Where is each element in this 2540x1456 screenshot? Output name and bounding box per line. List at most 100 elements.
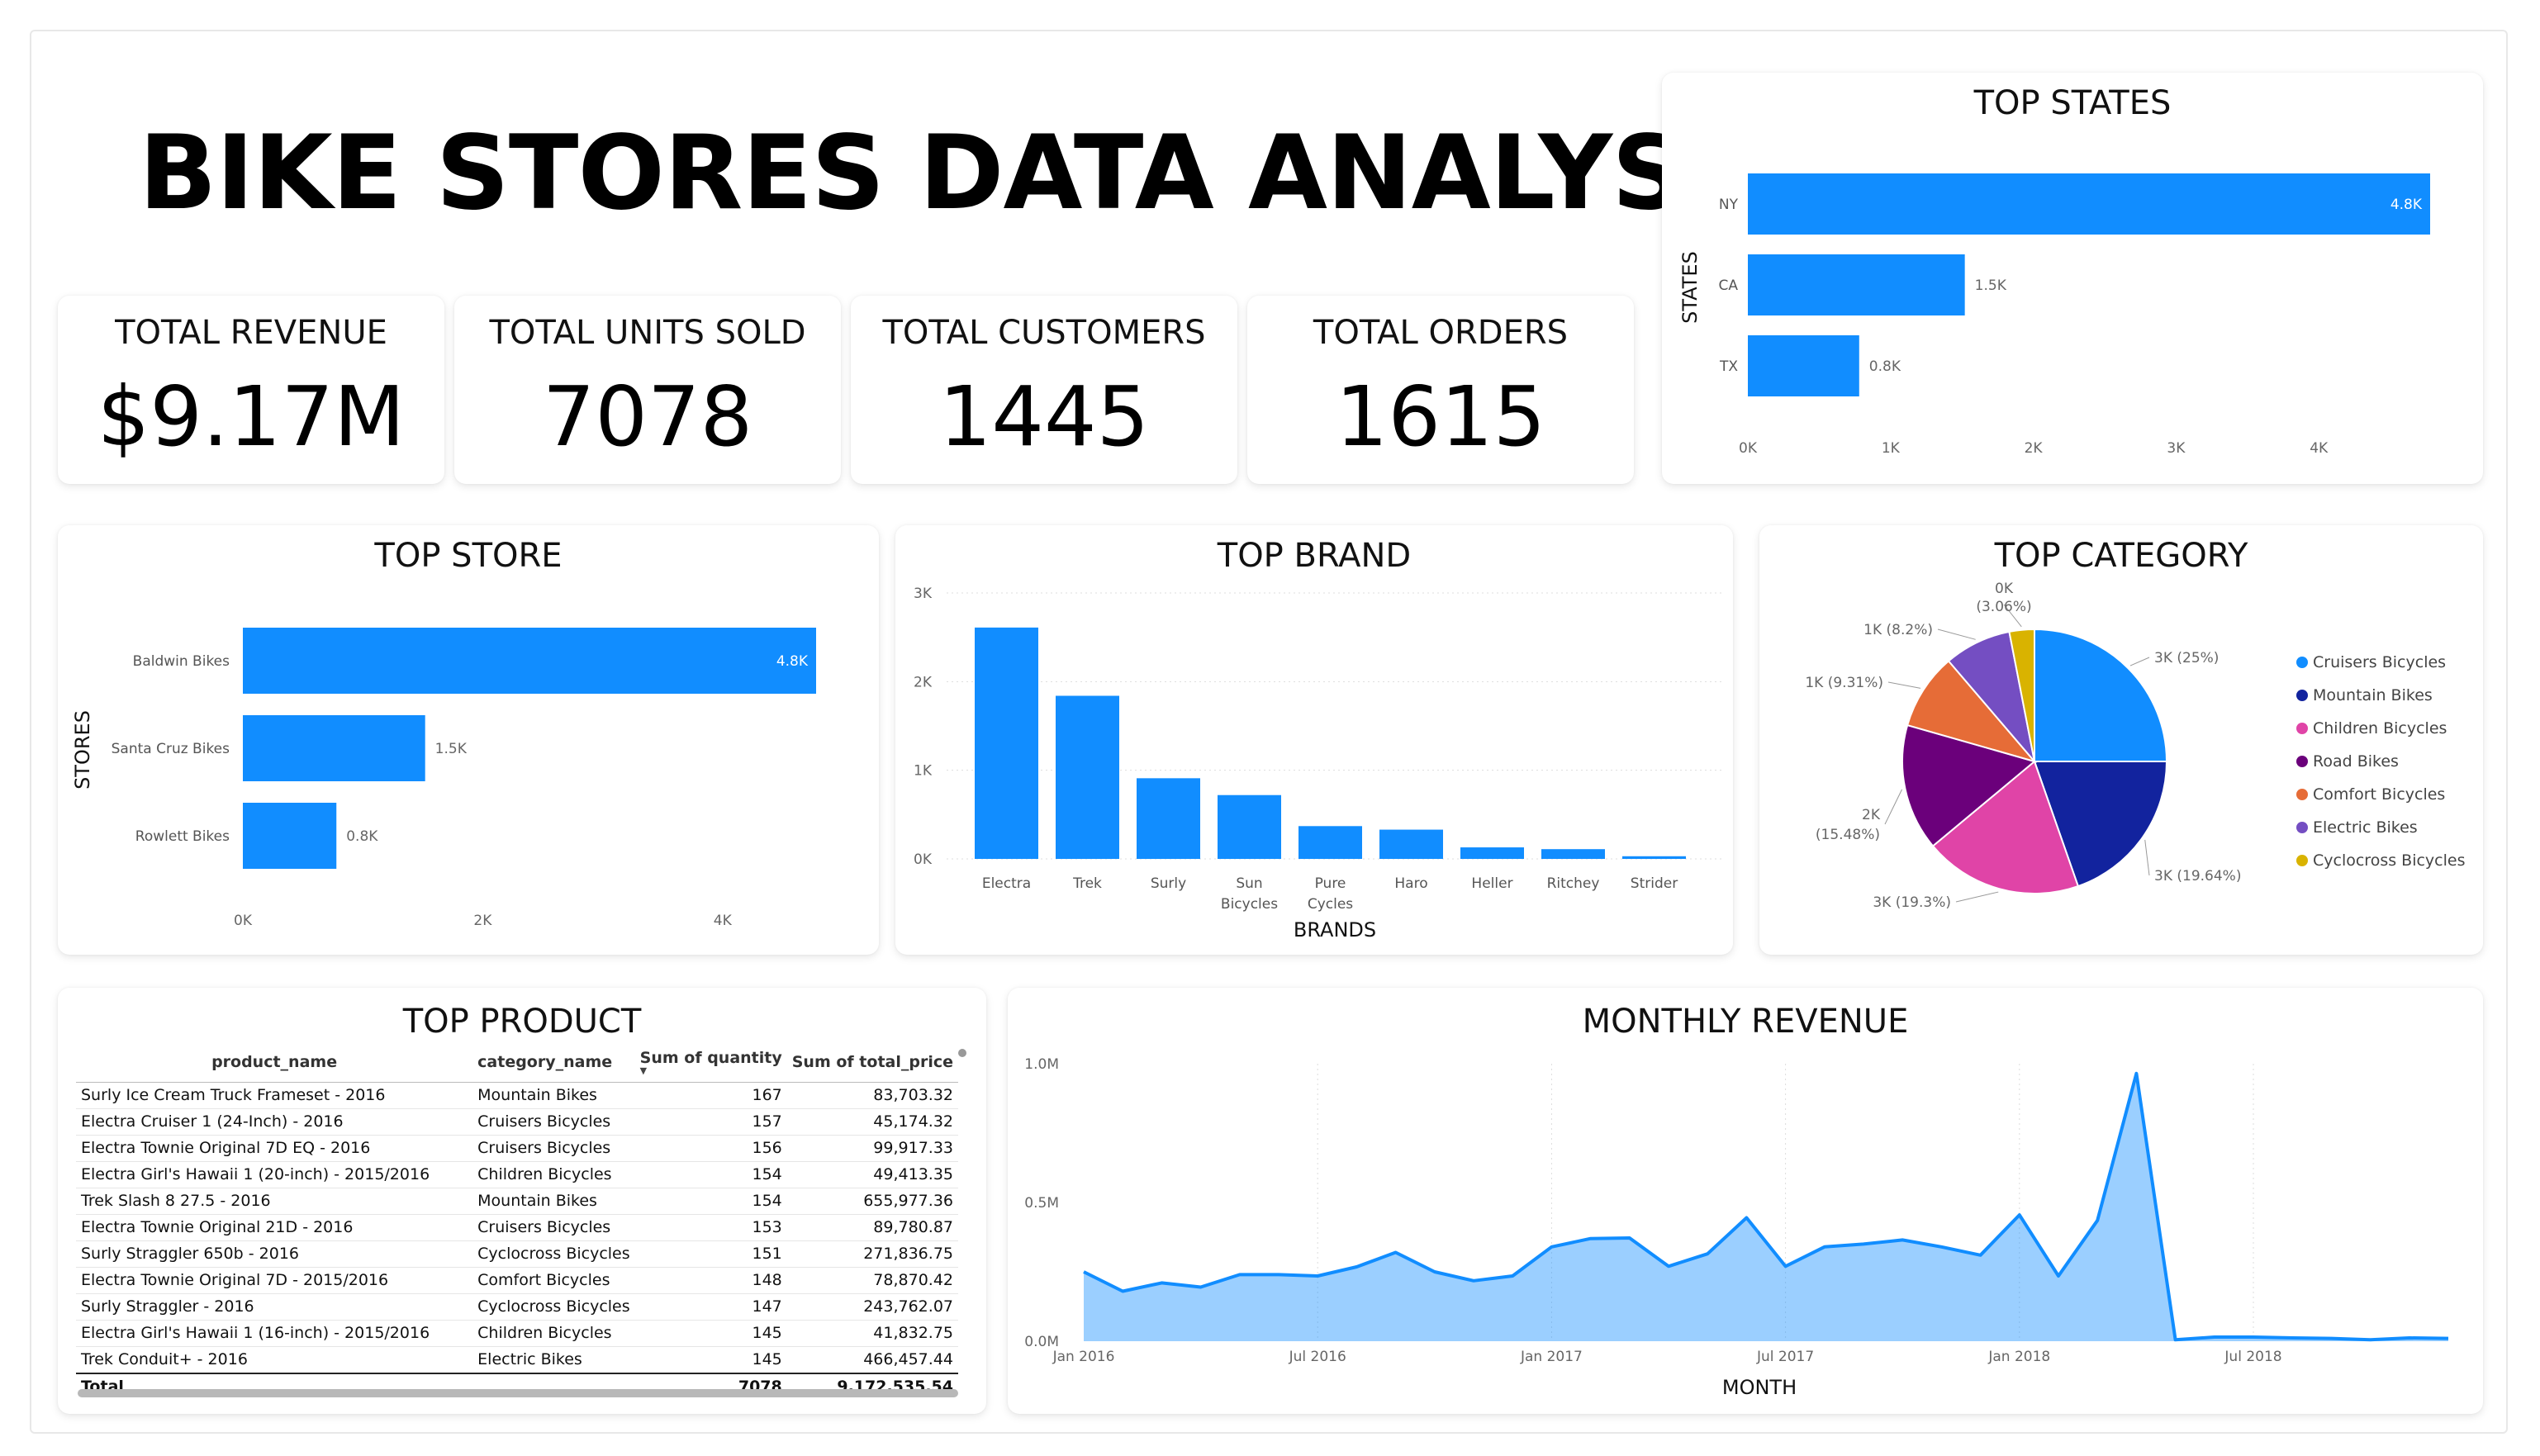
table-row[interactable]: Electra Townie Original 21D - 2016 Cruise…	[76, 1214, 958, 1241]
monthly-revenue-chart: 1.0M 0.5M 0.0MJan 2016 Jul 2016 Jan 2017 Jul …	[1024, 1056, 2449, 1399]
data-label: (3.06%)	[1976, 599, 2031, 615]
table-cell: 41,832.75	[786, 1320, 958, 1347]
leader-line	[1955, 891, 1999, 903]
legend-item[interactable]: Mountain Bikes	[2296, 686, 2433, 704]
table-row[interactable]: Electra Girl's Hawaii 1 (16-inch) - 2015…	[76, 1320, 958, 1347]
data-label: 1.5K	[435, 741, 468, 757]
legend-label: Cruisers Bicycles	[2313, 653, 2447, 671]
table-cell: Children Bicycles	[472, 1320, 635, 1347]
table-row[interactable]: Electra Girl's Hawaii 1 (20-inch) - 2015…	[76, 1161, 958, 1188]
column-header-category-name[interactable]: category_name	[472, 1044, 635, 1083]
monthly-revenue-card[interactable]: MONTHLY REVENUE 1.0M 0.5M 0.0M Jan 2016 Jul …	[1008, 988, 2483, 1414]
x-tick-label: Jan 2018	[1987, 1349, 2050, 1365]
leader-line	[1884, 789, 1902, 825]
kpi-card-units-sold[interactable]: TOTAL UNITS SOLD 7078	[454, 296, 841, 484]
legend-item[interactable]: Cruisers Bicycles	[2296, 653, 2446, 671]
legend-item[interactable]: Children Bicycles	[2296, 719, 2447, 737]
category-label: Santa Cruz Bikes	[112, 741, 230, 757]
legend-label: Electric Bikes	[2313, 818, 2418, 837]
table-row[interactable]: Electra Townie Original 7D - 2015/2016 Co…	[76, 1267, 958, 1294]
x-tick-label: Jul 2016	[1289, 1349, 1346, 1365]
bar	[1137, 778, 1200, 859]
x-tick-label: Pure	[1315, 875, 1346, 892]
top-states-chart: NY 4.8K CA 1.5K TX 0.8K 0K 1K 2K 3K 4K STATES	[1678, 173, 2430, 457]
area-fill	[1084, 1073, 2448, 1341]
table-row[interactable]: Surly Ice Cream Truck Frameset - 2016 Mou…	[76, 1082, 958, 1109]
table-row[interactable]: Trek Conduit+ - 2016 Electric Bikes 145 466…	[76, 1346, 958, 1374]
table-cell: 466,457.44	[786, 1346, 958, 1374]
top-brand-card[interactable]: TOP BRAND 3K 2K 1K 0K Electra Trek Surly Sun Bic…	[895, 525, 1733, 955]
top-product-table[interactable]: product_name category_name Sum of quanti…	[76, 1044, 958, 1400]
data-label: 0K	[1995, 581, 2014, 597]
top-category-card[interactable]: TOP CATEGORY 3K (25%) 3K (19.64%) 3K (19.3…	[1759, 525, 2483, 955]
table-cell: 148	[634, 1267, 787, 1294]
vertical-scrollbar-thumb[interactable]	[958, 1049, 966, 1057]
data-label: 2K	[1862, 807, 1881, 823]
kpi-card-orders[interactable]: TOTAL ORDERS 1615	[1247, 296, 1634, 484]
table-cell: 153	[634, 1214, 787, 1241]
x-tick-label: 2K	[2025, 440, 2044, 457]
table-cell: Surly Straggler 650b - 2016	[76, 1240, 473, 1268]
table-row[interactable]: Surly Straggler - 2016 Cyclocross Bicycle…	[76, 1293, 958, 1321]
legend-marker-icon	[2296, 723, 2308, 734]
top-category-chart: 3K (25%) 3K (19.64%) 3K (19.3%) 2K (15.48%) 1…	[1805, 581, 2241, 911]
data-label: 0.8K	[346, 828, 378, 845]
column-header-product-name[interactable]: product_name	[76, 1044, 473, 1083]
top-states-card[interactable]: TOP STATES NY 4.8K CA 1.5K TX 0.8K 0K 1K 2K 3K 4K S…	[1662, 73, 2483, 484]
table-cell: Children Bicycles	[472, 1161, 635, 1188]
legend-item[interactable]: Cyclocross Bicycles	[2296, 851, 2465, 870]
y-tick-label: 2K	[914, 674, 933, 690]
x-tick-label: Surly	[1151, 875, 1186, 892]
legend-label: Comfort Bicycles	[2313, 785, 2446, 804]
kpi-label: TOTAL REVENUE	[115, 314, 387, 352]
horizontal-scrollbar[interactable]	[78, 1389, 958, 1397]
table-cell: Cyclocross Bicycles	[472, 1293, 635, 1321]
table-row[interactable]: Trek Slash 8 27.5 - 2016 Mountain Bikes 15…	[76, 1188, 958, 1215]
leader-line	[1937, 628, 1976, 640]
table-cell: 145	[634, 1320, 787, 1347]
legend-item[interactable]: Electric Bikes	[2296, 818, 2418, 837]
sort-descending-icon: ▼	[639, 1065, 648, 1076]
leader-line	[1887, 681, 1921, 689]
x-tick-label: 1K	[1882, 440, 1901, 457]
category-label: CA	[1719, 277, 1739, 294]
table-cell: Comfort Bicycles	[472, 1267, 635, 1294]
legend-item[interactable]: Road Bikes	[2296, 752, 2399, 771]
kpi-value: 1615	[1335, 368, 1546, 465]
kpi-label: TOTAL ORDERS	[1313, 314, 1569, 352]
x-axis-title: BRANDS	[1294, 918, 1376, 941]
table-cell: 147	[634, 1293, 787, 1321]
table-cell: Electra Girl's Hawaii 1 (16-inch) - 2015…	[76, 1320, 473, 1347]
data-label: 1K (8.2%)	[1863, 622, 1933, 638]
data-label: 4.8K	[2390, 197, 2423, 213]
x-tick-label: Ritchey	[1547, 875, 1600, 892]
leader-line	[2144, 839, 2150, 876]
bar	[243, 803, 337, 869]
top-store-card[interactable]: TOP STORE Baldwin Bikes 4.8K Santa Cruz Bi…	[58, 525, 879, 955]
x-tick-label: 3K	[2167, 440, 2186, 457]
table-cell: 167	[634, 1082, 787, 1109]
table-row[interactable]: Electra Cruiser 1 (24-Inch) - 2016 Cruise…	[76, 1108, 958, 1136]
category-label: Baldwin Bikes	[133, 653, 230, 670]
x-tick-label: Cycles	[1308, 896, 1353, 913]
column-header-sum-total-price[interactable]: Sum of total_price	[786, 1044, 958, 1083]
table-cell: 154	[634, 1161, 787, 1188]
top-product-card[interactable]: TOP PRODUCT product_name category_name S…	[58, 988, 986, 1414]
y-tick-label: 0.0M	[1024, 1334, 1059, 1350]
column-header-sum-quantity[interactable]: Sum of quantity ▼	[634, 1044, 787, 1083]
table-row[interactable]: Surly Straggler 650b - 2016 Cyclocross Bi…	[76, 1240, 958, 1268]
x-tick-label: Strider	[1631, 875, 1678, 892]
bar	[243, 715, 425, 781]
table-cell: 99,917.33	[786, 1135, 958, 1162]
y-tick-label: 1K	[914, 763, 933, 780]
kpi-label: TOTAL CUSTOMERS	[882, 314, 1206, 352]
kpi-card-customers[interactable]: TOTAL CUSTOMERS 1445	[851, 296, 1237, 484]
legend-item[interactable]: Comfort Bicycles	[2296, 785, 2445, 804]
kpi-card-revenue[interactable]: TOTAL REVENUE $9.17M	[58, 296, 444, 484]
bar	[1748, 173, 2430, 235]
data-label: 1K (9.31%)	[1805, 675, 1883, 691]
data-label: 3K (25%)	[2154, 650, 2219, 666]
table-row[interactable]: Electra Townie Original 7D EQ - 2016 Crui…	[76, 1135, 958, 1162]
legend-label: Road Bikes	[2313, 752, 2399, 771]
x-tick-label: 0K	[234, 913, 253, 929]
